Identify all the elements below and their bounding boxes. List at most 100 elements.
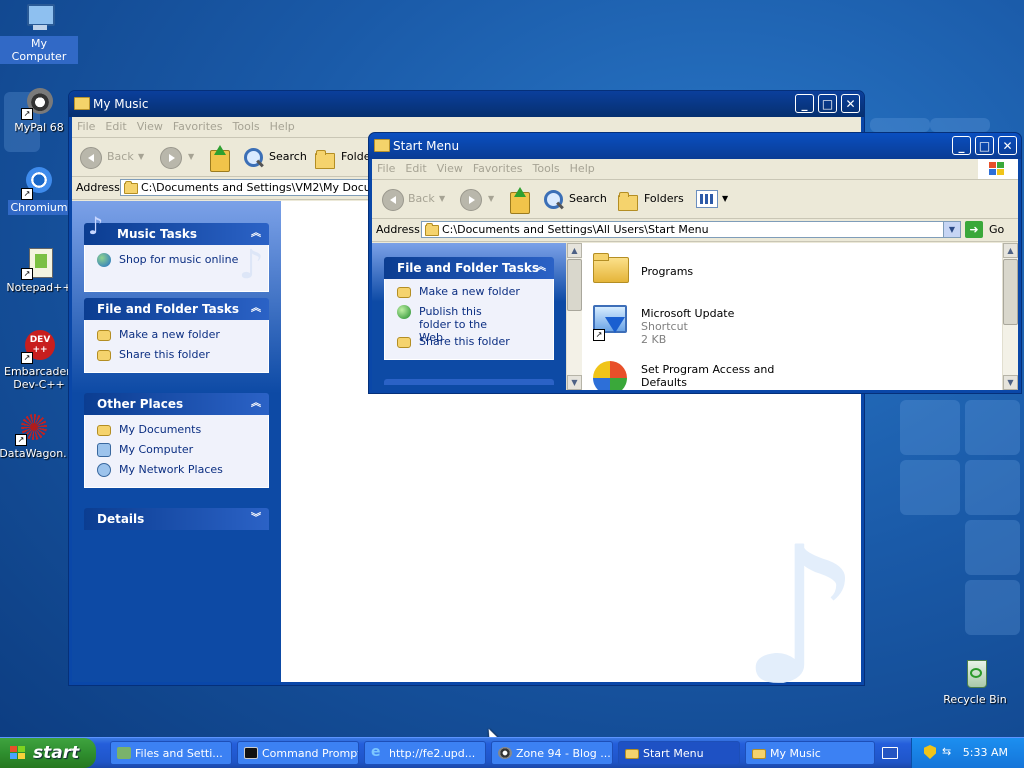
file-item-set-program-access[interactable]: Set Program Access and Defaults (641, 363, 781, 389)
make-new-folder-link[interactable]: Make a new folder (97, 326, 260, 346)
network-connection-icon[interactable]: ⇆ (942, 746, 954, 758)
menu-tools[interactable]: Tools (528, 159, 565, 178)
start-button[interactable]: start (0, 738, 96, 768)
close-button[interactable]: ✕ (998, 136, 1017, 155)
background-tile (965, 400, 1020, 455)
taskbar-item-files-settings[interactable]: Files and Setti... (110, 741, 232, 765)
menu-help[interactable]: Help (565, 159, 600, 178)
search-button[interactable]: Search (569, 188, 607, 210)
folder-view[interactable]: File and Folder Tasks ︽ Make a new folde… (372, 243, 1018, 390)
menu-edit[interactable]: Edit (100, 117, 131, 136)
back-arrow-icon[interactable] (80, 147, 102, 169)
taskbar-item-command-prompt[interactable]: Command Prompt (237, 741, 359, 765)
globe-icon (97, 253, 111, 267)
menu-file[interactable]: File (72, 117, 100, 136)
programs-folder-icon[interactable] (593, 251, 629, 283)
menu-tools[interactable]: Tools (228, 117, 265, 136)
desktop-icon-chromium[interactable]: ↗ Chromium (0, 166, 78, 215)
taskbar-item-my-music[interactable]: My Music (745, 741, 875, 765)
my-computer-link[interactable]: My Computer (97, 441, 260, 461)
scroll-up-icon[interactable]: ▲ (1003, 243, 1018, 258)
menu-help[interactable]: Help (265, 117, 300, 136)
menu-file[interactable]: File (372, 159, 400, 178)
collapse-icon[interactable]: ︽ (536, 257, 546, 279)
go-arrow-icon[interactable]: ➜ (965, 221, 983, 238)
address-input[interactable]: C:\Documents and Settings\VM2\My Documen… (120, 179, 380, 196)
up-folder-icon[interactable] (210, 145, 230, 172)
share-folder-link[interactable]: Share this folder (97, 346, 260, 366)
folders-button[interactable]: Folders (644, 188, 684, 210)
back-dropdown-icon[interactable]: ▼ (138, 146, 144, 168)
taskbar-item-start-menu[interactable]: Start Menu (618, 741, 740, 765)
desktop-icon-datawagon[interactable]: ↗ DataWagon. (0, 412, 72, 461)
keyboard-icon[interactable] (882, 747, 898, 759)
back-arrow-icon[interactable] (382, 189, 404, 211)
file-item-programs[interactable]: Programs (641, 265, 693, 278)
views-dropdown-icon[interactable]: ▼ (722, 188, 728, 210)
details-header[interactable]: Details ︾ (84, 508, 269, 530)
background-tile (965, 580, 1020, 635)
expand-icon[interactable]: ︾ (251, 508, 261, 530)
menu-view[interactable]: View (132, 117, 168, 136)
scroll-thumb[interactable] (567, 259, 582, 311)
shop-music-online-link[interactable]: Shop for music online (97, 251, 260, 271)
go-button[interactable]: Go (989, 223, 1004, 236)
menu-favorites[interactable]: Favorites (468, 159, 528, 178)
other-places-header[interactable]: Other Places ︽ (84, 393, 269, 415)
file-folder-tasks-header[interactable]: File and Folder Tasks ︽ (384, 257, 554, 279)
file-item-microsoft-update[interactable]: Microsoft Update Shortcut 2 KB (641, 307, 734, 346)
scroll-thumb[interactable] (1003, 259, 1018, 325)
address-input[interactable]: C:\Documents and Settings\All Users\Star… (421, 221, 961, 238)
address-dropdown-icon[interactable]: ▼ (943, 222, 960, 237)
forward-dropdown-icon[interactable]: ▼ (188, 146, 194, 168)
search-button[interactable]: Search (269, 146, 307, 168)
minimize-button[interactable]: _ (952, 136, 971, 155)
desktop-icon-notepadpp[interactable]: ↗ Notepad++ (0, 246, 78, 295)
scroll-down-icon[interactable]: ▼ (1003, 375, 1018, 390)
menu-edit[interactable]: Edit (400, 159, 431, 178)
back-button[interactable]: Back (408, 188, 435, 210)
task-pane-scrollbar[interactable]: ▲ ▼ (566, 243, 582, 390)
publish-folder-web-link[interactable]: Publish this folder to the Web (397, 303, 507, 344)
collapse-icon[interactable]: ︽ (251, 298, 261, 320)
file-folder-tasks-header[interactable]: File and Folder Tasks ︽ (84, 298, 269, 320)
scroll-up-icon[interactable]: ▲ (567, 243, 582, 258)
maximize-button[interactable]: □ (818, 94, 837, 113)
close-button[interactable]: ✕ (841, 94, 860, 113)
forward-dropdown-icon[interactable]: ▼ (488, 188, 494, 210)
menu-favorites[interactable]: Favorites (168, 117, 228, 136)
collapse-icon[interactable]: ︽ (251, 393, 261, 415)
forward-arrow-icon[interactable] (160, 147, 182, 169)
desktop-icon-label: Notepad++ (6, 281, 72, 294)
address-label: Address (376, 223, 420, 236)
file-list-scrollbar[interactable]: ▲ ▼ (1002, 243, 1018, 390)
microsoft-update-icon[interactable]: ↗ (591, 303, 629, 343)
title-bar[interactable]: Start Menu _ □ ✕ (369, 133, 1021, 159)
desktop-icon-recycle-bin[interactable]: Recycle Bin (936, 658, 1014, 707)
views-grid-icon[interactable] (696, 190, 718, 208)
back-dropdown-icon[interactable]: ▼ (439, 188, 445, 210)
forward-arrow-icon[interactable] (460, 189, 482, 211)
window-start-menu[interactable]: Start Menu _ □ ✕ File Edit View Favorites To… (368, 132, 1022, 394)
desktop-icon-my-computer[interactable]: My Computer (0, 2, 78, 64)
command-prompt-icon (244, 747, 258, 759)
desktop-icon-label: MyPal 68 (14, 121, 64, 134)
desktop-icon-devcpp[interactable]: DEV ++ ↗ Embarcadero Dev-C++ (0, 330, 78, 392)
scroll-down-icon[interactable]: ▼ (567, 375, 582, 390)
my-network-places-link[interactable]: My Network Places (97, 461, 260, 481)
my-documents-link[interactable]: My Documents (97, 421, 260, 441)
maximize-button[interactable]: □ (975, 136, 994, 155)
taskbar-item-zone94[interactable]: Zone 94 - Blog ... (491, 741, 613, 765)
minimize-button[interactable]: _ (795, 94, 814, 113)
taskbar-item-browser[interactable]: e http://fe2.upd... (364, 741, 486, 765)
back-button[interactable]: Back (107, 146, 134, 168)
desktop-icon-mypal[interactable]: ↗ MyPal 68 (0, 86, 78, 135)
make-new-folder-link[interactable]: Make a new folder (397, 283, 545, 303)
up-folder-icon[interactable] (510, 187, 530, 214)
security-shield-icon[interactable] (924, 745, 936, 759)
program-access-icon[interactable] (593, 361, 627, 390)
share-folder-link[interactable]: Share this folder (397, 333, 545, 353)
title-bar[interactable]: My Music _ □ ✕ (69, 91, 864, 117)
publish-web-icon (397, 305, 411, 319)
menu-view[interactable]: View (432, 159, 468, 178)
